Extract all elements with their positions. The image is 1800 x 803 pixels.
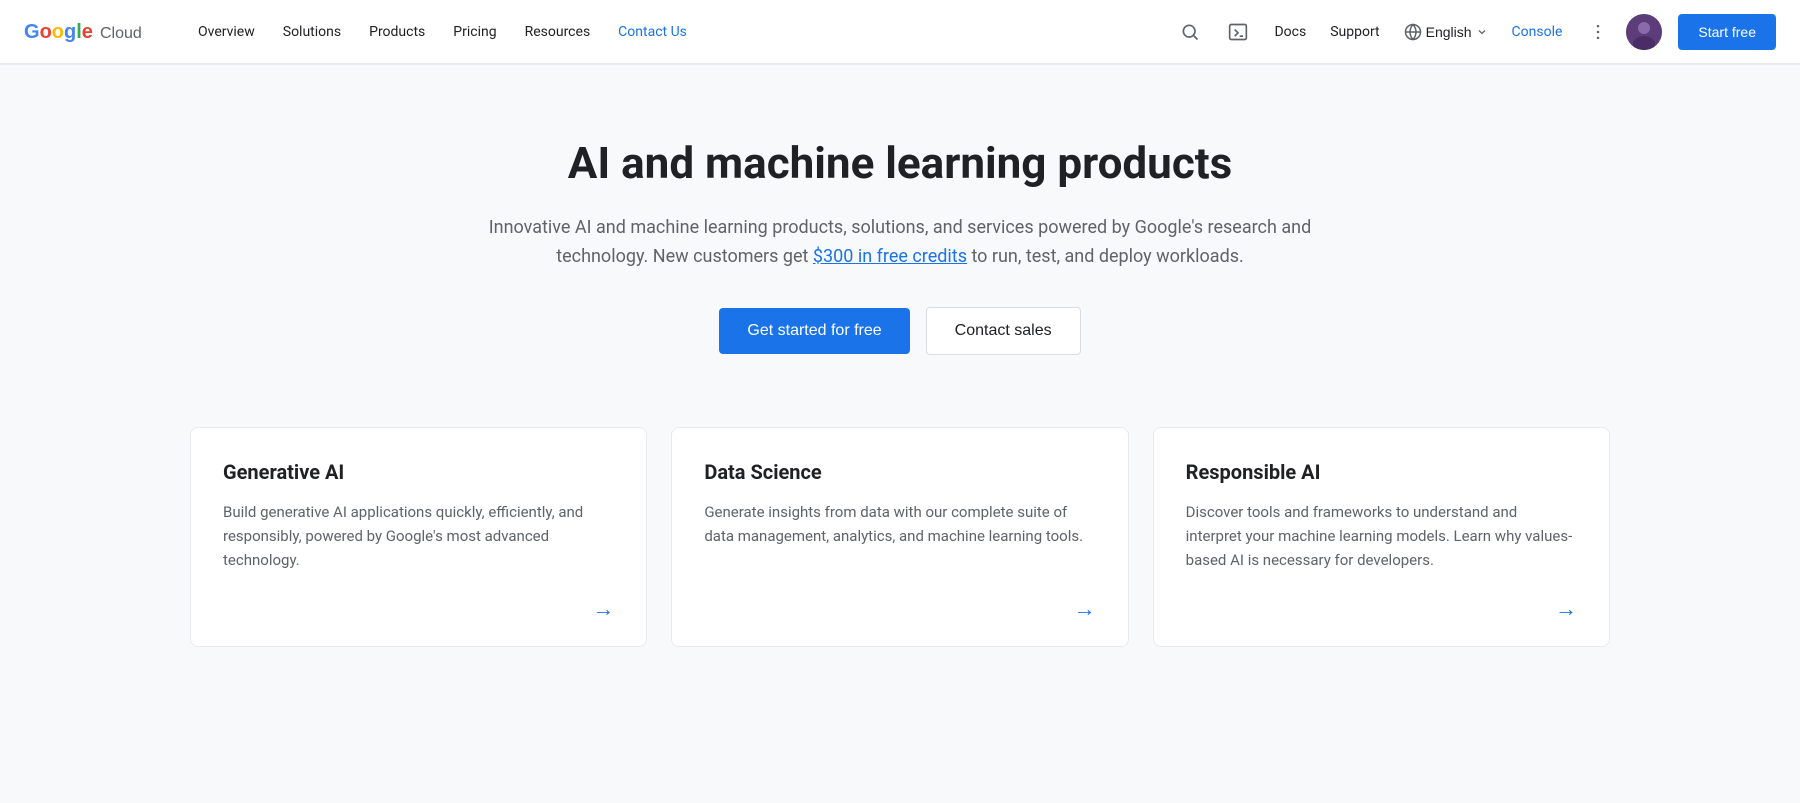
- navbar: Google Cloud .navbar-logo { gap: 0; } .g…: [0, 0, 1800, 64]
- hero-section: AI and machine learning products Innovat…: [450, 65, 1350, 403]
- nav-item-resources[interactable]: Resources: [513, 16, 603, 48]
- card-description-responsible-ai: Discover tools and frameworks to underst…: [1186, 500, 1577, 572]
- start-free-button[interactable]: Start free: [1678, 14, 1776, 50]
- nav-item-overview[interactable]: Overview: [186, 16, 267, 48]
- more-vert-icon: [1588, 22, 1608, 42]
- google-cloud-logo-svg: Google Cloud: [24, 14, 154, 50]
- avatar[interactable]: [1626, 14, 1662, 50]
- nav-item-solutions[interactable]: Solutions: [271, 16, 353, 48]
- card-title-data-science: Data Science: [704, 460, 1095, 484]
- google-cloud-logo[interactable]: Google Cloud: [24, 14, 154, 50]
- card-description-data-science: Generate insights from data with our com…: [704, 500, 1095, 572]
- card-description-generative-ai: Build generative AI applications quickly…: [223, 500, 614, 572]
- svg-text:Cloud: Cloud: [100, 25, 142, 42]
- hero-buttons: Get started for free Contact sales: [474, 307, 1326, 355]
- nav-links: Overview Solutions Products Pricing Reso…: [186, 16, 1170, 48]
- card-arrow-generative-ai: →: [223, 596, 614, 622]
- hero-subtitle-after: to run, test, and deploy workloads.: [967, 246, 1244, 267]
- card-title-responsible-ai: Responsible AI: [1186, 460, 1577, 484]
- globe-icon: [1404, 23, 1422, 41]
- card-data-science[interactable]: Data Science Generate insights from data…: [671, 427, 1128, 647]
- svg-text:Google: Google: [24, 21, 93, 43]
- search-button[interactable]: [1170, 12, 1210, 52]
- cards-section: Generative AI Build generative AI applic…: [150, 427, 1650, 695]
- avatar-image: [1626, 14, 1662, 50]
- nav-item-contact-us[interactable]: Contact Us: [606, 16, 699, 48]
- nav-item-products[interactable]: Products: [357, 16, 437, 48]
- contact-sales-button[interactable]: Contact sales: [926, 307, 1081, 355]
- card-arrow-data-science: →: [704, 596, 1095, 622]
- docs-link[interactable]: Docs: [1266, 16, 1314, 48]
- terminal-button[interactable]: [1218, 12, 1258, 52]
- navbar-right: Docs Support English Console: [1170, 12, 1776, 52]
- support-link[interactable]: Support: [1322, 16, 1387, 48]
- hero-subtitle: Innovative AI and machine learning produ…: [474, 214, 1326, 272]
- card-generative-ai[interactable]: Generative AI Build generative AI applic…: [190, 427, 647, 647]
- terminal-icon: [1228, 22, 1248, 42]
- get-started-button[interactable]: Get started for free: [719, 308, 909, 354]
- more-options-button[interactable]: [1578, 12, 1618, 52]
- search-icon: [1180, 22, 1200, 42]
- credits-link[interactable]: $300 in free credits: [813, 246, 967, 267]
- language-button[interactable]: English: [1396, 15, 1496, 49]
- avatar-svg: [1626, 14, 1662, 50]
- card-arrow-responsible-ai: →: [1186, 596, 1577, 622]
- chevron-down-icon: [1476, 26, 1488, 38]
- language-label: English: [1426, 24, 1472, 40]
- hero-title: AI and machine learning products: [474, 137, 1326, 190]
- console-link[interactable]: Console: [1504, 16, 1571, 48]
- card-responsible-ai[interactable]: Responsible AI Discover tools and framew…: [1153, 427, 1610, 647]
- main-content: AI and machine learning products Innovat…: [0, 65, 1800, 803]
- card-title-generative-ai: Generative AI: [223, 460, 614, 484]
- nav-item-pricing[interactable]: Pricing: [441, 16, 508, 48]
